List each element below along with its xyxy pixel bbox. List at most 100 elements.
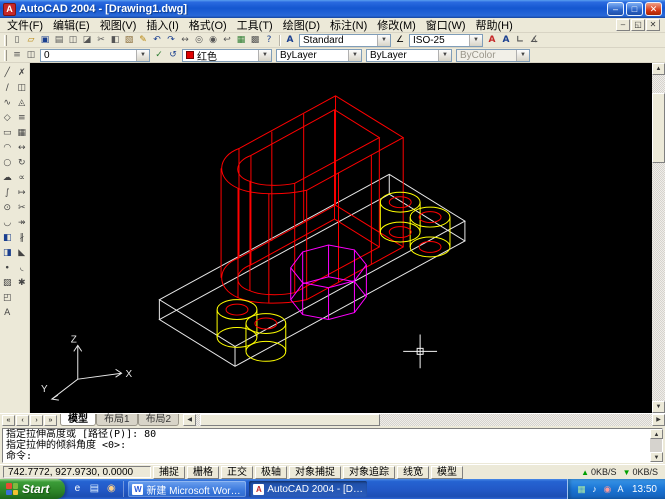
- hatch-icon[interactable]: ▨: [0, 276, 14, 291]
- quicklaunch-show-desktop-icon[interactable]: ▤: [86, 481, 102, 497]
- menu-item[interactable]: 工具(T): [232, 17, 278, 33]
- tray-input-method-icon[interactable]: A: [615, 483, 626, 495]
- plot-preview-icon[interactable]: ◫: [66, 34, 80, 47]
- paste-icon[interactable]: ▧: [122, 34, 136, 47]
- new-icon[interactable]: ▯: [10, 34, 24, 47]
- region-icon[interactable]: ◰: [0, 291, 14, 306]
- text-blue-a-icon[interactable]: A: [499, 34, 513, 47]
- dim-style-combo[interactable]: ISO-25 ▼: [409, 34, 483, 47]
- vertical-scroll-track[interactable]: [652, 75, 665, 401]
- scroll-up-icon[interactable]: ▲: [652, 63, 665, 75]
- dim-style-icon[interactable]: ∠: [393, 34, 407, 47]
- linetype-combo[interactable]: ByLayer ▼: [276, 49, 362, 62]
- scroll-left-icon[interactable]: ◀: [183, 414, 196, 426]
- status-toggle-button[interactable]: 捕捉: [153, 466, 185, 479]
- status-toggle-button[interactable]: 模型: [431, 466, 463, 479]
- rotate-icon[interactable]: ↻: [15, 156, 29, 171]
- taskbar-clock[interactable]: 13:50: [629, 484, 657, 495]
- layer-combo[interactable]: 0 ▼: [40, 49, 150, 62]
- copy-icon[interactable]: ◧: [108, 34, 122, 47]
- layer-states-icon[interactable]: ◫: [24, 49, 38, 62]
- layer-properties-icon[interactable]: ≡: [10, 49, 24, 62]
- scale-icon[interactable]: ∝: [15, 171, 29, 186]
- scroll-up-icon[interactable]: ▲: [650, 429, 663, 439]
- status-toggle-button[interactable]: 极轴: [255, 466, 287, 479]
- pan-icon[interactable]: ↔: [178, 34, 192, 47]
- redo-icon[interactable]: ↷: [164, 34, 178, 47]
- cut-icon[interactable]: ✂: [94, 34, 108, 47]
- undo-icon[interactable]: ↶: [150, 34, 164, 47]
- tray-volume-icon[interactable]: ♪: [589, 483, 600, 495]
- plot-icon[interactable]: ▤: [52, 34, 66, 47]
- mdi-close-icon[interactable]: ✕: [646, 19, 660, 31]
- erase-icon[interactable]: ✗: [15, 66, 29, 81]
- horizontal-scrollbar[interactable]: ◀ ▶: [183, 414, 665, 426]
- fillet-icon[interactable]: ◟: [15, 261, 29, 276]
- construction-line-icon[interactable]: ∕: [0, 81, 14, 96]
- layer-previous-icon[interactable]: ↺: [166, 49, 180, 62]
- chevron-down-icon[interactable]: ▼: [258, 50, 271, 61]
- quicklaunch-media-player-icon[interactable]: ◉: [103, 481, 119, 497]
- array-icon[interactable]: ▦: [15, 126, 29, 141]
- minimize-icon[interactable]: –: [607, 2, 624, 16]
- chevron-down-icon[interactable]: ▼: [348, 50, 361, 61]
- tab-layout1[interactable]: 布局1: [96, 414, 138, 426]
- ellipse-icon[interactable]: ⊙: [0, 201, 14, 216]
- text-style-icon[interactable]: A: [283, 34, 297, 47]
- trim-icon[interactable]: ✂: [15, 201, 29, 216]
- polygon-icon[interactable]: ◇: [0, 111, 14, 126]
- open-icon[interactable]: ▱: [24, 34, 38, 47]
- tab-nav-icon[interactable]: ›: [30, 415, 43, 426]
- ellipse-arc-icon[interactable]: ◡: [0, 216, 14, 231]
- tab-nav-icon[interactable]: »: [44, 415, 57, 426]
- chevron-down-icon[interactable]: ▼: [438, 50, 451, 61]
- toolbar-grip[interactable]: [4, 50, 7, 61]
- mirror-icon[interactable]: ◬: [15, 96, 29, 111]
- menu-item[interactable]: 修改(M): [372, 17, 421, 33]
- command-line-input[interactable]: 指定拉伸高度或 [路径(P)]: 80指定拉伸的倾斜角度 <0>:命令:: [3, 429, 650, 462]
- extend-icon[interactable]: ↠: [15, 216, 29, 231]
- chevron-down-icon[interactable]: ▼: [377, 35, 390, 46]
- toolbar-grip[interactable]: [4, 35, 7, 46]
- menu-item[interactable]: 视图(V): [95, 17, 142, 33]
- zoom-previous-icon[interactable]: ↩: [220, 34, 234, 47]
- status-toggle-button[interactable]: 对象捕捉: [289, 466, 341, 479]
- menu-item[interactable]: 帮助(H): [471, 17, 518, 33]
- task-button-word[interactable]: W 新建 Microsoft Word ...: [128, 481, 246, 497]
- properties-icon[interactable]: ▦: [234, 34, 248, 47]
- menu-item[interactable]: 绘图(D): [278, 17, 325, 33]
- scroll-down-icon[interactable]: ▼: [650, 452, 663, 462]
- horizontal-scroll-track[interactable]: [196, 414, 652, 426]
- menu-item[interactable]: 格式(O): [184, 17, 232, 33]
- insert-block-icon[interactable]: ◧: [0, 231, 14, 246]
- mdi-restore-icon[interactable]: ◱: [631, 19, 645, 31]
- text-color-a-icon[interactable]: A: [485, 34, 499, 47]
- line-icon[interactable]: ╱: [0, 66, 14, 81]
- dim-linear-icon[interactable]: ∟: [513, 34, 527, 47]
- lineweight-combo[interactable]: ByLayer ▼: [366, 49, 452, 62]
- make-block-icon[interactable]: ◨: [0, 246, 14, 261]
- menu-item[interactable]: 插入(I): [141, 17, 183, 33]
- tab-nav-icon[interactable]: ‹: [16, 415, 29, 426]
- tab-nav-icon[interactable]: «: [2, 415, 15, 426]
- circle-icon[interactable]: ○: [0, 156, 14, 171]
- publish-icon[interactable]: ◪: [80, 34, 94, 47]
- point-icon[interactable]: ∙: [0, 261, 14, 276]
- scroll-right-icon[interactable]: ▶: [652, 414, 665, 426]
- save-icon[interactable]: ▣: [38, 34, 52, 47]
- close-icon[interactable]: ✕: [645, 2, 662, 16]
- vertical-scroll-thumb[interactable]: [652, 93, 665, 163]
- zoom-window-icon[interactable]: ◉: [206, 34, 220, 47]
- tray-net-monitor-icon[interactable]: ▦: [576, 483, 587, 495]
- command-scrollbar[interactable]: ▲ ▼: [650, 429, 662, 462]
- status-toggle-button[interactable]: 线宽: [397, 466, 429, 479]
- chevron-down-icon[interactable]: ▼: [136, 50, 149, 61]
- dim-angle-icon[interactable]: ∡: [527, 34, 541, 47]
- maximize-icon[interactable]: □: [626, 2, 643, 16]
- explode-icon[interactable]: ✱: [15, 276, 29, 291]
- stretch-icon[interactable]: ↦: [15, 186, 29, 201]
- offset-icon[interactable]: ≡: [15, 111, 29, 126]
- revision-cloud-icon[interactable]: ☁: [0, 171, 14, 186]
- match-properties-icon[interactable]: ✎: [136, 34, 150, 47]
- status-toggle-button[interactable]: 对象追踪: [343, 466, 395, 479]
